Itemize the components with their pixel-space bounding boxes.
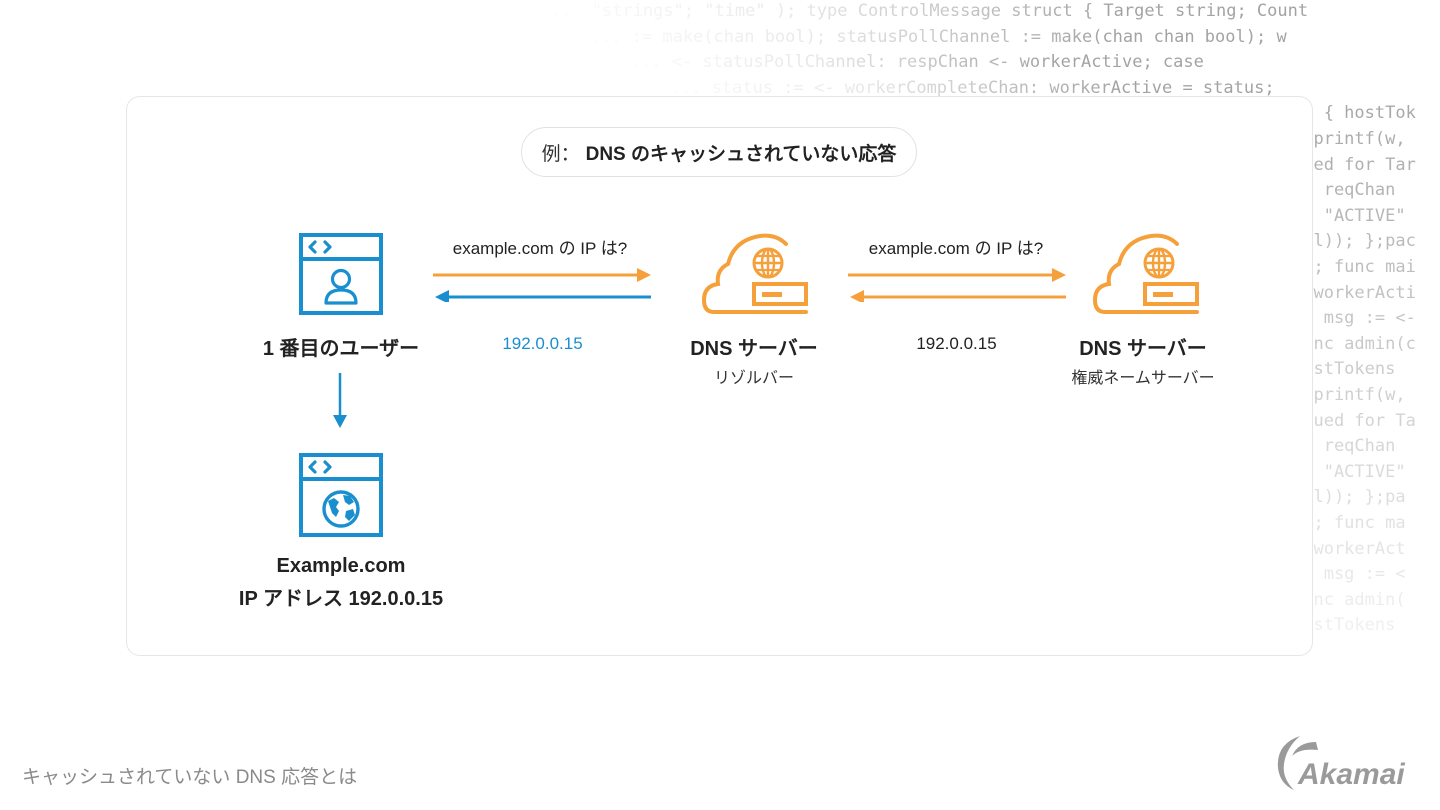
example-prefix: 例： bbox=[541, 143, 580, 165]
akamai-logo-text: Akamai bbox=[1297, 758, 1405, 791]
akamai-logo: Akamai bbox=[1270, 728, 1420, 792]
example-title: DNS のキャッシュされていない応答 bbox=[585, 143, 897, 165]
resolver-label: DNS サーバー bbox=[690, 338, 818, 360]
browser-globe-icon bbox=[299, 453, 383, 537]
arrows-user-resolver bbox=[433, 266, 653, 304]
code-line: ... <- statusPollChannel: respChan <- wo… bbox=[600, 52, 1204, 73]
authoritative-label: DNS サーバー bbox=[1079, 338, 1207, 360]
browser-user-icon bbox=[299, 233, 383, 315]
website-label-line1: Example.com bbox=[276, 555, 406, 577]
example-title-pill: 例： DNS のキャッシュされていない応答 bbox=[521, 127, 917, 177]
reply-label-auth-to-resolver: 192.0.0.15 bbox=[916, 334, 997, 353]
arrows-resolver-auth bbox=[848, 266, 1068, 304]
query-label-resolver-to-auth: example.com の IP は? bbox=[868, 239, 1044, 258]
website-label-line2: IP アドレス 192.0.0.15 bbox=[238, 588, 444, 610]
query-label-user-to-resolver: example.com の IP は? bbox=[452, 239, 628, 258]
code-line: ... "strings"; "time" ); type ControlMes… bbox=[520, 1, 1309, 21]
user-label: 1 番目のユーザー bbox=[262, 338, 420, 360]
arrow-down-user-to-site bbox=[332, 373, 348, 429]
footer-title: キャッシュされていない DNS 応答とは bbox=[22, 767, 358, 788]
authoritative-sublabel: 権威ネームサーバー bbox=[1071, 370, 1215, 387]
resolver-sublabel: リゾルバー bbox=[713, 370, 794, 387]
cloud-dns-server-icon-authoritative bbox=[1092, 232, 1201, 318]
code-line: ... := make(chan bool); statusPollChanne… bbox=[560, 26, 1287, 47]
reply-label-resolver-to-user: 192.0.0.15 bbox=[502, 334, 583, 353]
cloud-dns-server-icon-resolver bbox=[701, 232, 810, 318]
